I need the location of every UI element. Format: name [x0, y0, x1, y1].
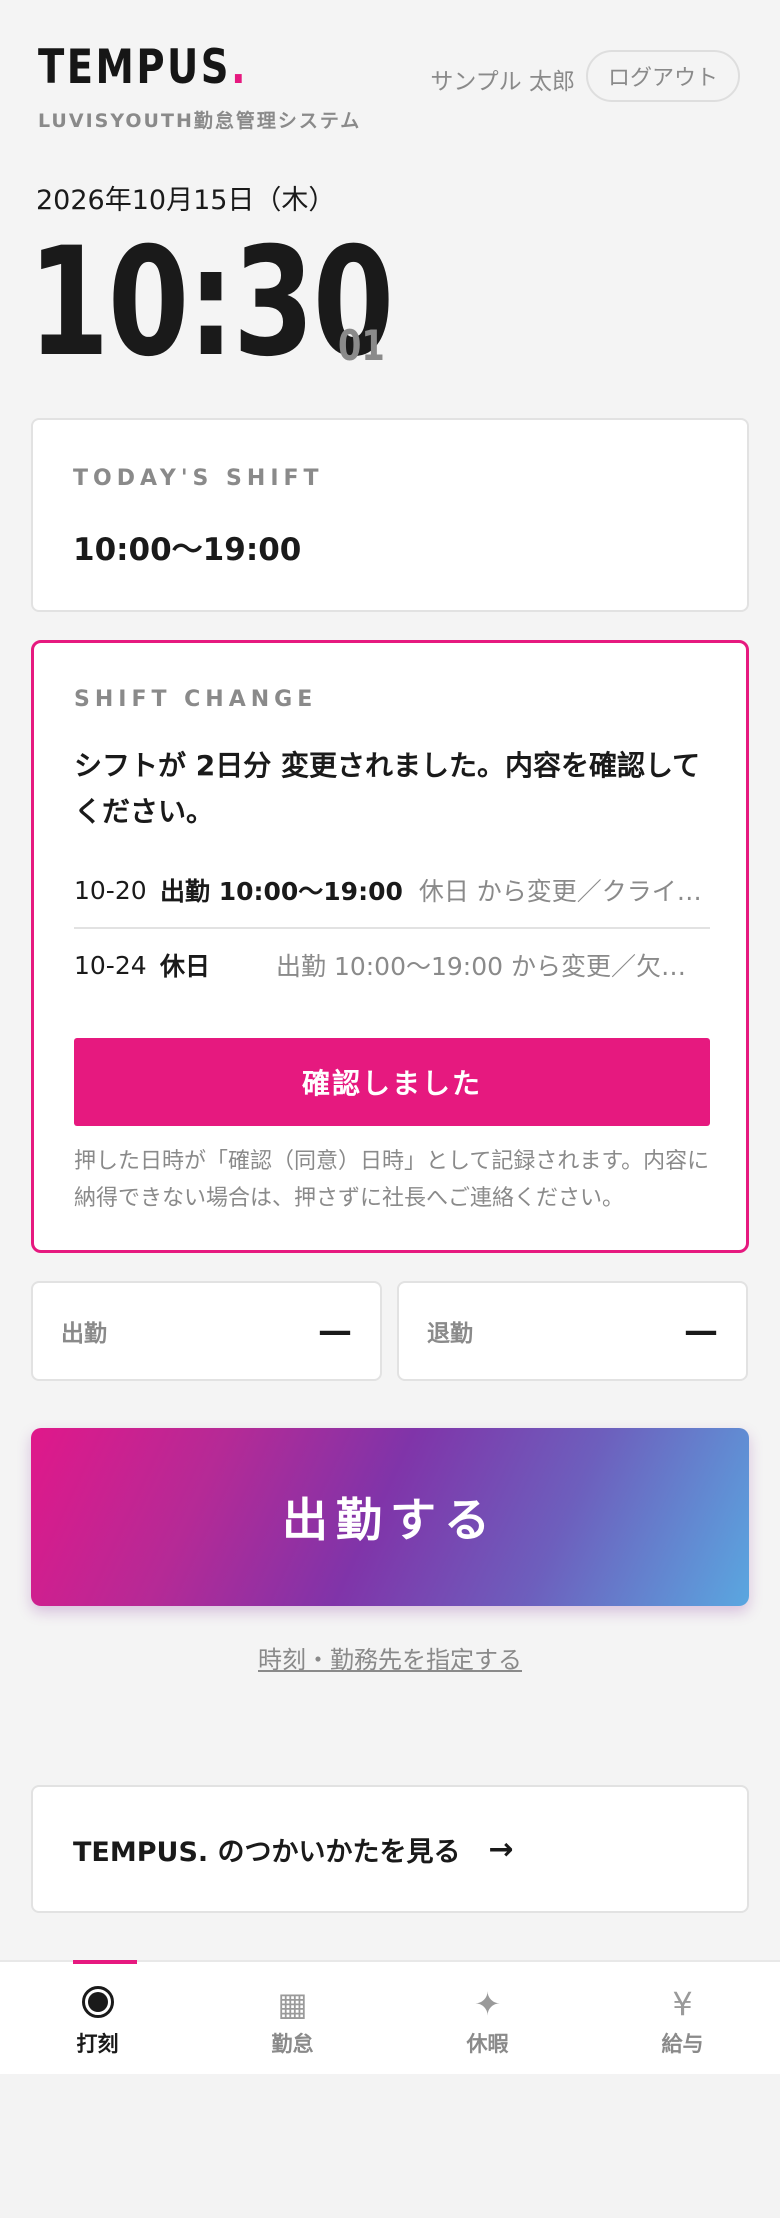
nav-label: 打刻 [76, 2032, 119, 2056]
grid-icon: ▦ [277, 1985, 308, 2023]
shift-change-list: 10-20 出勤 10:00〜19:00 休日 から変更／クライ… 10-24 … [74, 853, 710, 1001]
user-name: サンプル 太郎 [430, 69, 575, 95]
nav-item-punch[interactable]: 打刻 [0, 1960, 195, 2074]
app-subtitle: LUVISYOUTH勤怠管理システム [38, 110, 362, 132]
record-icon [81, 1986, 114, 2022]
change-from: 出勤 10:00〜19:00 から変更／欠員補充 [276, 952, 710, 981]
nav-label: 休暇 [466, 2032, 509, 2056]
logout-button[interactable]: ログアウト [586, 50, 740, 102]
today-shift-card: TODAY'S SHIFT 10:00〜19:00 [31, 418, 749, 612]
nav-item-salary[interactable]: ¥ 給与 [585, 1962, 780, 2074]
clock-in-label: 出勤 [61, 1321, 107, 1347]
shift-change-row: 10-20 出勤 10:00〜19:00 休日 から変更／クライ… [74, 853, 710, 927]
clock-in-button[interactable]: 出勤する [31, 1428, 749, 1606]
clock-out-label: 退勤 [427, 1321, 473, 1347]
change-date: 10-20 [74, 875, 147, 905]
today-shift-time: 10:00〜19:00 [73, 532, 302, 568]
clock-in-value: — [318, 1311, 352, 1351]
shift-change-card: SHIFT CHANGE シフトが 2日分 変更されました。内容を確認してくださ… [31, 640, 749, 1253]
nav-active-indicator [73, 1960, 137, 1964]
shift-change-label: SHIFT CHANGE [74, 687, 318, 712]
bottom-nav: 打刻 ▦ 勤怠 ✦ 休暇 ¥ 給与 [0, 1960, 780, 2074]
guide-label: TEMPUS. のつかいかたを見る [73, 1836, 461, 1868]
specify-time-link[interactable]: 時刻・勤務先を指定する [0, 1640, 780, 1675]
logo-text: TEMPUS. [38, 40, 249, 95]
shift-change-row: 10-24 休日 出勤 10:00〜19:00 から変更／欠員補充 [74, 927, 710, 1001]
clock-time: 10:30 [28, 216, 394, 390]
change-new-shift: 休日 [160, 952, 211, 981]
guide-link-card[interactable]: TEMPUS. のつかいかたを見る → [31, 1785, 749, 1913]
nav-item-leave[interactable]: ✦ 休暇 [390, 1962, 585, 2074]
yen-icon: ¥ [672, 1985, 693, 2023]
change-new-shift: 出勤 10:00〜19:00 [160, 877, 403, 906]
logo-dot: . [231, 40, 249, 95]
clock-out-status: 退勤 — [397, 1281, 748, 1381]
nav-label: 勤怠 [271, 2032, 314, 2056]
sparkle-icon: ✦ [474, 1985, 501, 2023]
current-date: 2026年10月15日（木） [36, 185, 336, 216]
change-date: 10-24 [74, 950, 147, 980]
clock-in-status: 出勤 — [31, 1281, 382, 1381]
nav-label: 給与 [661, 2032, 704, 2056]
app: TEMPUS. LUVISYOUTH勤怠管理システム サンプル 太郎 ログアウト… [0, 0, 780, 2074]
today-shift-label: TODAY'S SHIFT [73, 466, 324, 491]
clock-display: 10:30 01 [28, 228, 396, 378]
clock-seconds: 01 [338, 321, 385, 370]
change-from: 休日 から変更／クライ… [418, 877, 702, 906]
shift-change-message: シフトが 2日分 変更されました。内容を確認してください。 [74, 749, 701, 828]
clock-out-value: — [684, 1311, 718, 1351]
brand-logo[interactable]: TEMPUS. [38, 40, 294, 96]
confirm-note: 押した日時が「確認（同意）日時」として記録されます。内容に納得できない場合は、押… [74, 1149, 710, 1211]
arrow-right-icon: → [488, 1831, 514, 1867]
confirm-button[interactable]: 確認しました [74, 1038, 710, 1126]
nav-item-attendance[interactable]: ▦ 勤怠 [195, 1962, 390, 2074]
